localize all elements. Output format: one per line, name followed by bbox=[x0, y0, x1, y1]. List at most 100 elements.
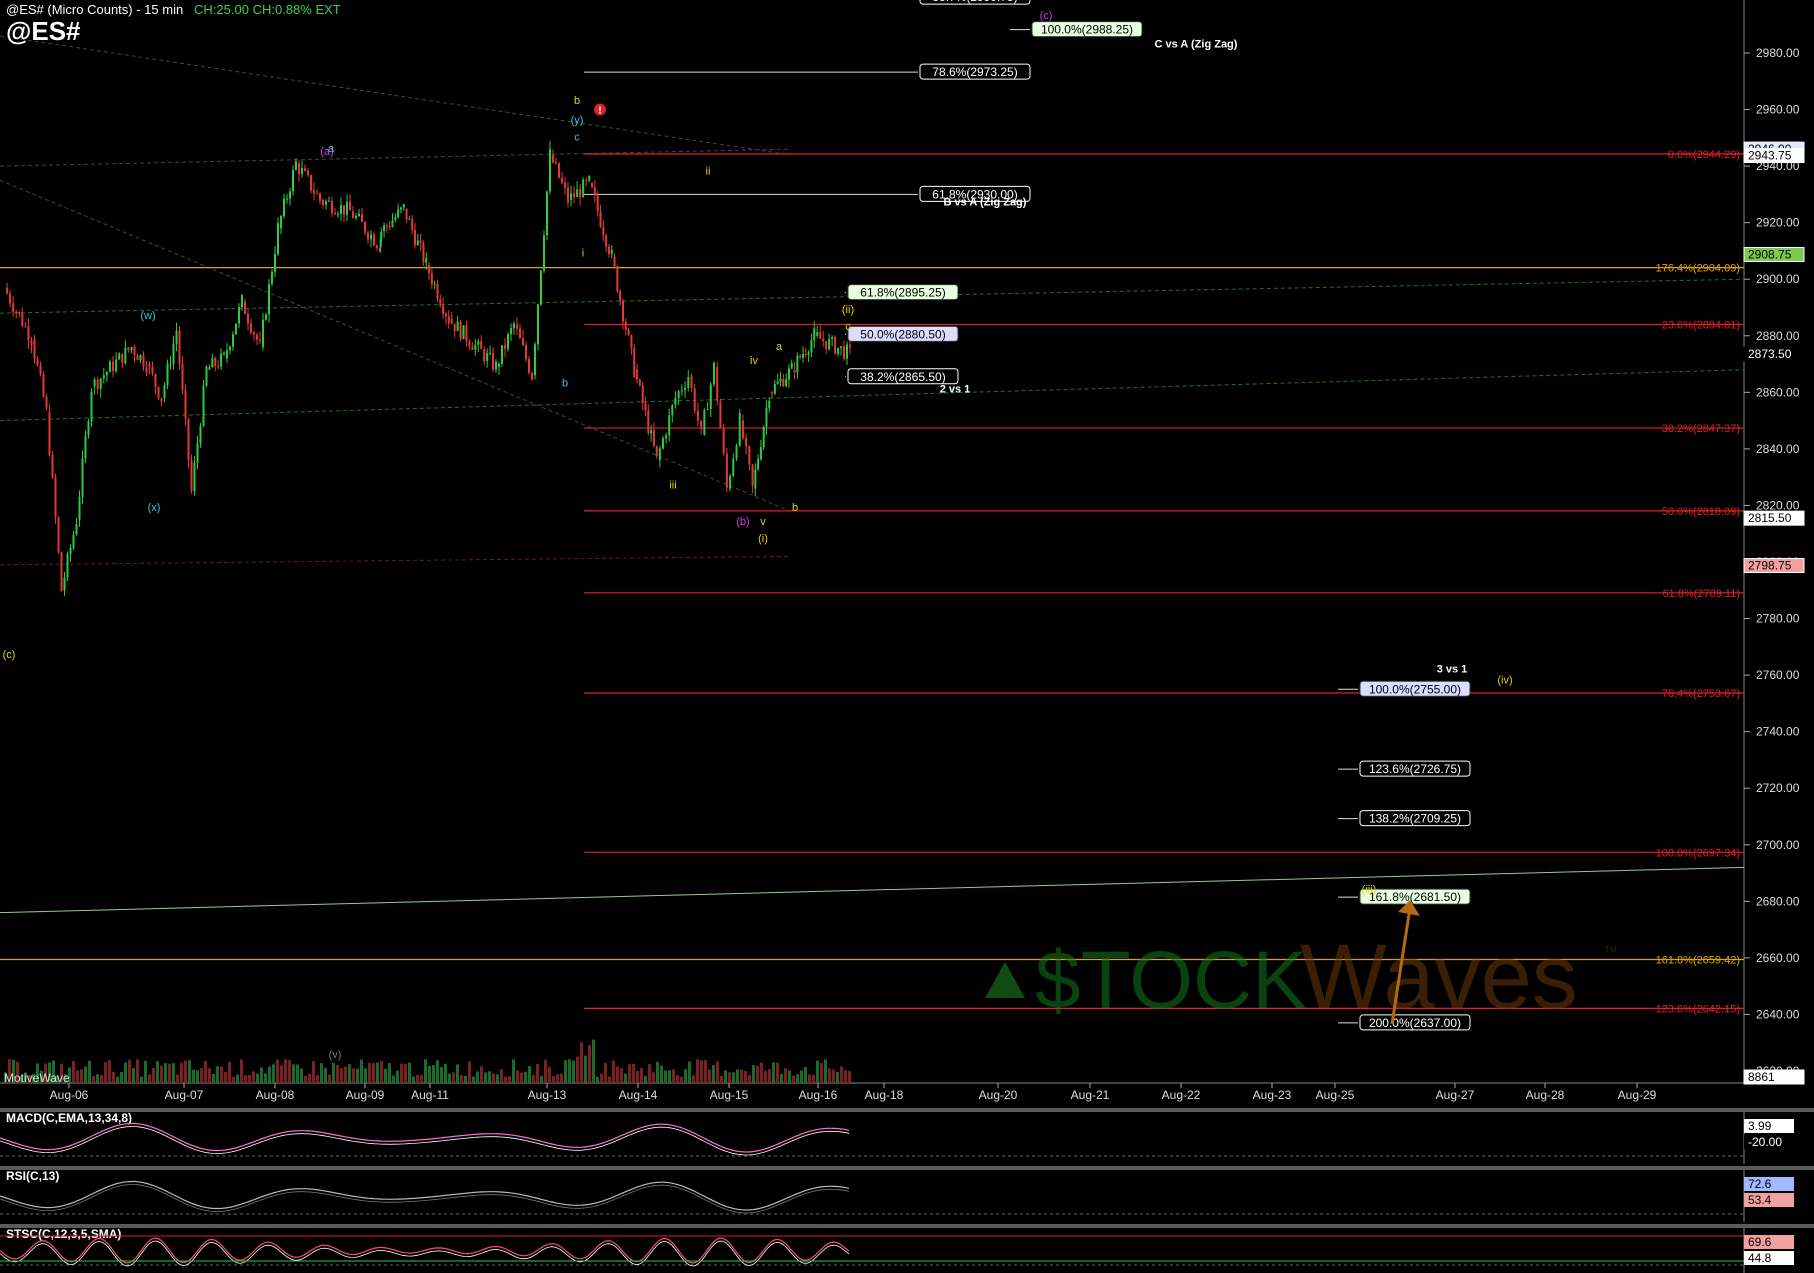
candle-body bbox=[202, 385, 205, 426]
volume-bar bbox=[328, 1074, 331, 1083]
candle-body bbox=[622, 300, 624, 322]
volume-bar bbox=[452, 1072, 455, 1083]
candle-body bbox=[322, 200, 324, 205]
fib-level-label: 61.8%(2789.11) bbox=[1663, 588, 1740, 600]
volume-bar bbox=[616, 1066, 619, 1083]
volume-bar bbox=[484, 1072, 487, 1083]
candle-body bbox=[549, 149, 551, 192]
candle-body bbox=[773, 384, 776, 394]
volume-bar bbox=[668, 1070, 671, 1083]
projection-note: C vs A (Zig Zag) bbox=[1155, 38, 1238, 50]
candle-body bbox=[534, 344, 536, 376]
indicator-value: 72.6 bbox=[1748, 1177, 1772, 1191]
volume-bar bbox=[508, 1076, 511, 1083]
candle-body bbox=[172, 343, 175, 364]
indicator-line bbox=[0, 1180, 850, 1211]
volume-bar bbox=[364, 1068, 367, 1083]
candle-body bbox=[127, 347, 130, 351]
candle-body bbox=[238, 307, 240, 324]
volume-bar bbox=[716, 1061, 719, 1083]
fib-level-label: 50.0%(2818.09) bbox=[1662, 506, 1740, 518]
volume-bar bbox=[604, 1062, 607, 1083]
volume-bar bbox=[208, 1068, 211, 1083]
volume-bar bbox=[460, 1075, 463, 1083]
candle-body bbox=[313, 190, 315, 194]
candle-body bbox=[154, 373, 157, 387]
volume-bar bbox=[536, 1064, 539, 1083]
candle-body bbox=[166, 363, 169, 386]
fib-level-label: 123.6%(2642.15) bbox=[1656, 1003, 1740, 1015]
candle-body bbox=[277, 223, 279, 254]
candle-body bbox=[638, 379, 641, 386]
volume-bar bbox=[104, 1062, 107, 1083]
candle-body bbox=[84, 435, 87, 459]
panel-divider bbox=[0, 1166, 1814, 1170]
volume-bar bbox=[136, 1059, 139, 1083]
indicator-value: -20.00 bbox=[1748, 1135, 1782, 1149]
candle-body bbox=[754, 469, 757, 489]
candle-body bbox=[160, 398, 163, 402]
candle-body bbox=[115, 359, 118, 372]
volume-bar bbox=[496, 1074, 499, 1083]
candle-body bbox=[399, 207, 402, 210]
candle-body bbox=[785, 379, 788, 387]
candle-body bbox=[18, 311, 21, 314]
volume-bar bbox=[336, 1065, 339, 1083]
fib-level-label: 176.4%(2904.09) bbox=[1656, 263, 1740, 275]
volume-bar bbox=[156, 1061, 159, 1083]
volume-bar bbox=[804, 1066, 807, 1083]
price-tick-label: 2720.00 bbox=[1756, 781, 1800, 795]
candle-body bbox=[771, 392, 774, 394]
candle-body bbox=[802, 354, 804, 358]
candle-body bbox=[813, 328, 816, 341]
candle-body bbox=[650, 430, 653, 434]
candle-body bbox=[422, 243, 425, 263]
price-tick-label: 2860.00 bbox=[1756, 385, 1800, 399]
wave-label: ii bbox=[706, 166, 711, 178]
candle-body bbox=[793, 369, 796, 373]
stock-chart[interactable]: 2620.002640.002660.002680.002700.002720.… bbox=[0, 0, 1814, 1273]
volume-bar bbox=[464, 1075, 467, 1083]
volume-bar bbox=[720, 1075, 723, 1083]
volume-bar bbox=[828, 1068, 831, 1083]
candle-body bbox=[96, 379, 99, 389]
candle-body bbox=[15, 311, 18, 313]
volume-bar bbox=[812, 1074, 815, 1083]
volume-bar bbox=[848, 1070, 851, 1083]
volume-bar bbox=[640, 1068, 643, 1083]
candle-body bbox=[178, 330, 181, 364]
candle-body bbox=[408, 218, 411, 220]
volume-bar bbox=[548, 1066, 551, 1083]
wave-label: i bbox=[582, 248, 584, 260]
candle-body bbox=[799, 355, 802, 358]
candle-body bbox=[241, 295, 243, 308]
projection-label: 123.6%(2726.75) bbox=[1369, 762, 1461, 776]
date-tick-label: Aug-06 bbox=[50, 1088, 89, 1102]
chart-header: @ES# (Micro Counts) - 15 min CH:25.00 CH… bbox=[6, 2, 341, 17]
candle-body bbox=[725, 453, 728, 488]
volume-bar bbox=[468, 1061, 471, 1083]
date-tick-label: Aug-15 bbox=[710, 1088, 749, 1102]
candle-body bbox=[349, 201, 351, 211]
candle-body bbox=[525, 345, 527, 359]
date-tick-label: Aug-28 bbox=[1526, 1088, 1565, 1102]
volume-bar bbox=[404, 1064, 407, 1083]
candle-body bbox=[232, 334, 234, 347]
volume-bar bbox=[772, 1062, 775, 1083]
candle-body bbox=[588, 175, 591, 181]
volume-bar bbox=[576, 1056, 579, 1083]
candle-body bbox=[78, 496, 81, 520]
watermark-brand-left: $TOCK bbox=[1035, 935, 1307, 1026]
volume-bar bbox=[428, 1065, 431, 1083]
fib-level-label: 100.0%(2697.34) bbox=[1656, 847, 1740, 859]
candle-body bbox=[376, 245, 378, 248]
volume-bar bbox=[612, 1060, 615, 1083]
candle-body bbox=[599, 211, 602, 227]
candle-body bbox=[627, 329, 630, 336]
volume-bar bbox=[160, 1065, 163, 1083]
volume-bar bbox=[764, 1070, 767, 1083]
candle-body bbox=[33, 338, 36, 359]
volume-bar bbox=[832, 1069, 835, 1083]
price-change: CH:25.00 CH:0.88% EXT bbox=[194, 2, 341, 17]
candle-body bbox=[226, 350, 228, 359]
